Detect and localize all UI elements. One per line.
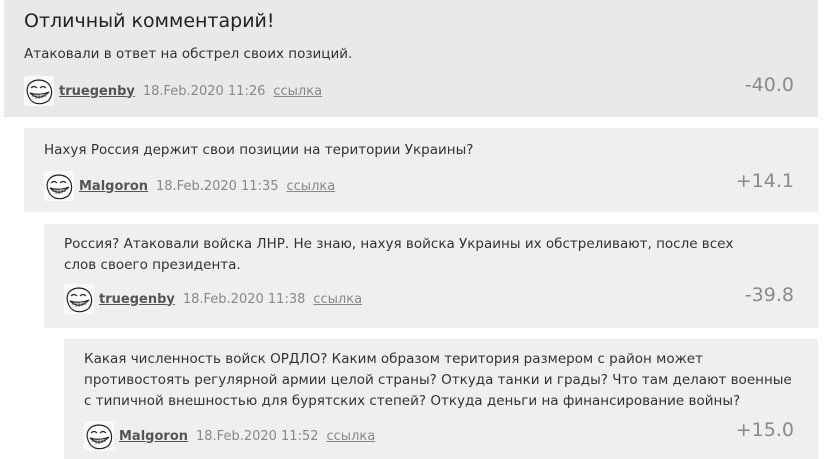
comment-title: Отличный комментарий! (24, 10, 275, 32)
comment-text: Россия? Атаковали войска ЛНР. Не знаю, н… (64, 236, 734, 273)
trollface-avatar-icon[interactable] (44, 171, 74, 201)
trollface-avatar-icon[interactable] (64, 284, 94, 314)
comment-score: -39.8 (744, 284, 794, 306)
comment-text: Нахуя Россия держит свои позиции на тери… (44, 142, 474, 158)
comment-score: +14.1 (735, 170, 794, 192)
author-name[interactable]: truegenby (59, 84, 135, 99)
author-name[interactable]: Malgoron (119, 429, 188, 444)
permalink[interactable]: ссылка (273, 84, 322, 99)
permalink[interactable]: ссылка (287, 179, 336, 194)
comment-score: +15.0 (735, 419, 794, 441)
comment-date: 18.Feb.2020 11:26 (142, 83, 266, 99)
permalink[interactable]: ссылка (313, 292, 362, 307)
author-name[interactable]: Malgoron (79, 179, 148, 194)
comment-score: -40.0 (744, 74, 794, 96)
comment-text: Какая численность войск ОРДЛО? Каким обр… (84, 351, 792, 409)
permalink[interactable]: ссылка (327, 429, 376, 444)
comment: Россия? Атаковали войска ЛНР. Не знаю, н… (44, 224, 818, 328)
comment-meta: truegenby 18.Feb.2020 11:38 ссылка (64, 284, 362, 314)
comment-date: 18.Feb.2020 11:52 (196, 428, 319, 444)
comment-meta: Malgoron 18.Feb.2020 11:52 ссылка (84, 421, 375, 451)
comment-meta: Malgoron 18.Feb.2020 11:35 ссылка (44, 171, 335, 201)
trollface-avatar-icon[interactable] (84, 421, 114, 451)
comment: Отличный комментарий! Атаковали в ответ … (4, 0, 818, 117)
trollface-avatar-icon[interactable] (24, 76, 54, 106)
comment: Нахуя Россия держит свои позиции на тери… (24, 128, 818, 212)
comment-date: 18.Feb.2020 11:38 (182, 291, 306, 307)
comment-meta: truegenby 18.Feb.2020 11:26 ссылка (24, 76, 322, 106)
comment-text: Атаковали в ответ на обстрел своих позиц… (24, 46, 353, 62)
author-name[interactable]: truegenby (99, 292, 175, 307)
comment-date: 18.Feb.2020 11:35 (156, 178, 279, 194)
comment: Какая численность войск ОРДЛО? Каким обр… (64, 339, 818, 459)
